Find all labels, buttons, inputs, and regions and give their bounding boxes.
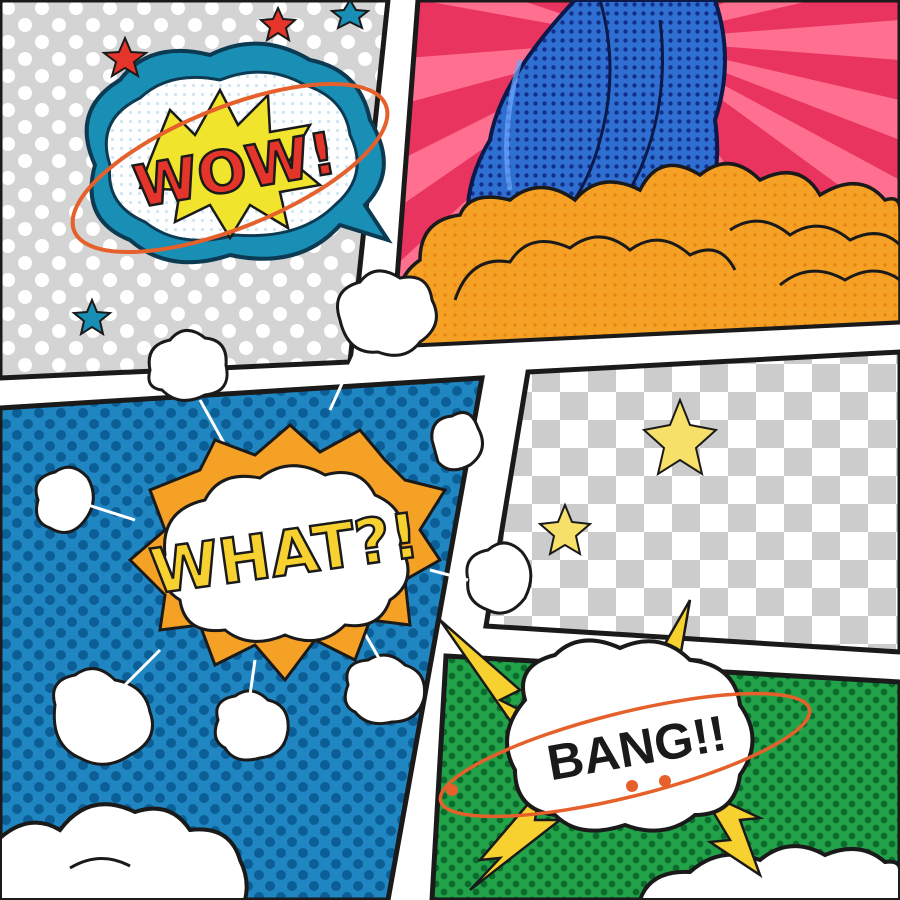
comic-page: WOW! WHAT?! BANG!! xyxy=(0,0,900,900)
panel-checker xyxy=(483,349,900,655)
comic-canvas: WOW! WHAT?! BANG!! xyxy=(0,0,900,900)
